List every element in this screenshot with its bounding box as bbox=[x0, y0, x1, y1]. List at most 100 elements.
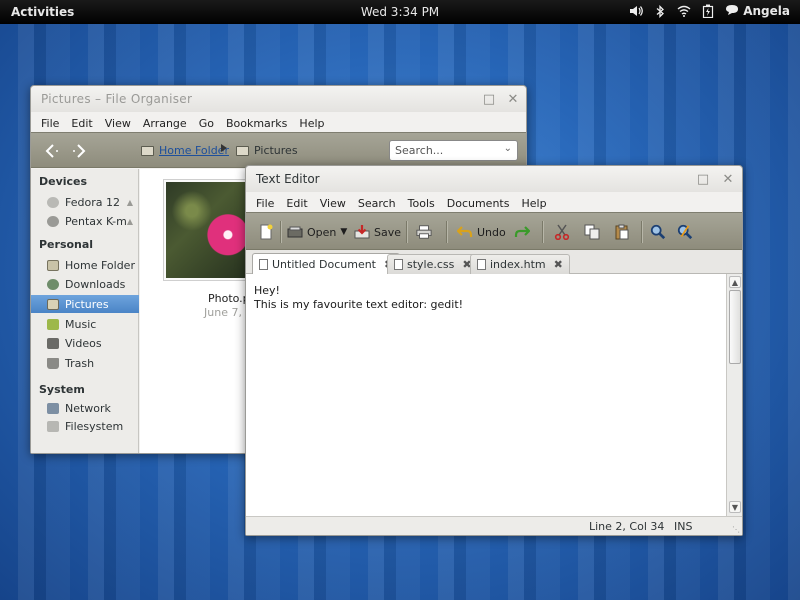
menu-bookmarks[interactable]: Bookmarks bbox=[220, 117, 293, 130]
save-label: Save bbox=[374, 225, 402, 239]
print-button[interactable] bbox=[416, 222, 432, 242]
scrollbar-thumb[interactable] bbox=[729, 290, 741, 364]
file-organiser-titlebar[interactable]: Pictures – File Organiser □ ✕ bbox=[31, 86, 526, 112]
search-icon bbox=[650, 224, 666, 240]
menu-view[interactable]: View bbox=[99, 117, 137, 130]
cut-button[interactable] bbox=[554, 222, 570, 242]
tab-index-htm[interactable]: index.htm ✖ bbox=[470, 254, 570, 274]
menu-help[interactable]: Help bbox=[515, 197, 552, 210]
tab-style-css[interactable]: style.css ✖ bbox=[387, 254, 479, 274]
text-line: Hey! bbox=[254, 284, 280, 297]
menu-arrange[interactable]: Arrange bbox=[137, 117, 193, 130]
toolbar-separator bbox=[406, 221, 407, 243]
menu-edit[interactable]: Edit bbox=[65, 117, 98, 130]
maximize-button[interactable]: □ bbox=[481, 91, 497, 107]
eject-icon[interactable]: ▲ bbox=[127, 217, 133, 226]
tab-untitled-document[interactable]: Untitled Document ✖ bbox=[252, 253, 401, 275]
sidebar-item-label: Downloads bbox=[65, 277, 126, 291]
maximize-button[interactable]: □ bbox=[695, 171, 711, 187]
vertical-scrollbar[interactable]: ▲ ▼ bbox=[726, 274, 742, 516]
menu-edit[interactable]: Edit bbox=[280, 197, 313, 210]
chevron-down-icon[interactable]: ⌄ bbox=[504, 143, 512, 154]
user-menu[interactable]: Angela bbox=[725, 4, 790, 19]
music-icon bbox=[47, 318, 59, 330]
breadcrumb-home[interactable]: Home Folder bbox=[141, 144, 229, 157]
sidebar-item-videos[interactable]: Videos bbox=[31, 334, 139, 352]
insert-mode: INS bbox=[674, 520, 693, 533]
text-editing-area[interactable]: Hey! This is my favourite text editor: g… bbox=[246, 274, 726, 516]
sidebar-item-pentax[interactable]: Pentax K-m ▲ bbox=[31, 212, 139, 230]
file-thumbnail[interactable] bbox=[163, 179, 255, 281]
redo-button[interactable] bbox=[514, 222, 530, 242]
text-editor-menubar: File Edit View Search Tools Documents He… bbox=[246, 192, 742, 214]
document-icon bbox=[394, 259, 403, 270]
menu-tools[interactable]: Tools bbox=[402, 197, 441, 210]
top-panel: Activities Wed 3:34 PM Angela bbox=[0, 0, 800, 24]
toolbar-separator bbox=[641, 221, 642, 243]
battery-icon[interactable] bbox=[701, 3, 715, 19]
camera-icon bbox=[47, 215, 59, 227]
sidebar-item-trash[interactable]: Trash bbox=[31, 354, 139, 372]
close-tab-icon[interactable]: ✖ bbox=[554, 258, 563, 271]
find-replace-button[interactable] bbox=[677, 222, 693, 242]
location-bar: Home Folder Pictures Search... ⌄ bbox=[31, 132, 526, 168]
wifi-icon[interactable] bbox=[677, 3, 691, 19]
file-name[interactable]: Photo.p bbox=[208, 292, 250, 305]
menu-file[interactable]: File bbox=[35, 117, 65, 130]
back-arrow-icon[interactable] bbox=[43, 142, 63, 160]
menu-search[interactable]: Search bbox=[352, 197, 402, 210]
breadcrumb-pictures[interactable]: Pictures bbox=[236, 144, 298, 157]
volume-icon[interactable] bbox=[629, 3, 644, 19]
trash-icon bbox=[47, 357, 59, 369]
menu-help[interactable]: Help bbox=[293, 117, 330, 130]
sidebar-item-fedora[interactable]: Fedora 12 ▲ bbox=[31, 193, 139, 211]
menu-go[interactable]: Go bbox=[193, 117, 220, 130]
new-document-icon bbox=[258, 224, 274, 240]
breadcrumb-pictures-label: Pictures bbox=[254, 144, 298, 157]
window-title: Text Editor bbox=[256, 172, 320, 186]
eject-icon[interactable]: ▲ bbox=[127, 198, 133, 207]
menu-documents[interactable]: Documents bbox=[441, 197, 516, 210]
open-button[interactable]: Open ▼ bbox=[287, 222, 347, 242]
sidebar-item-filesystem[interactable]: Filesystem bbox=[31, 417, 139, 435]
sidebar-item-label: Home Folder bbox=[65, 258, 135, 272]
pictures-folder-icon bbox=[236, 145, 249, 156]
menu-view[interactable]: View bbox=[314, 197, 352, 210]
forward-arrow-icon[interactable] bbox=[68, 142, 88, 160]
scroll-down-icon[interactable]: ▼ bbox=[729, 501, 741, 513]
paste-button[interactable] bbox=[614, 222, 630, 242]
save-button[interactable]: Save bbox=[354, 222, 401, 242]
scroll-up-icon[interactable]: ▲ bbox=[729, 276, 741, 288]
status-bar: Line 2, Col 34 INS ⋱ bbox=[246, 516, 742, 535]
chevron-down-icon[interactable]: ▼ bbox=[340, 227, 347, 237]
close-button[interactable]: ✕ bbox=[720, 171, 736, 187]
copy-button[interactable] bbox=[584, 222, 600, 242]
devices-header: Devices bbox=[39, 175, 88, 188]
undo-button[interactable]: Undo bbox=[457, 222, 506, 242]
editor-toolbar: Open ▼ Save Undo bbox=[246, 212, 742, 250]
sidebar-item-music[interactable]: Music bbox=[31, 315, 139, 333]
document-tabs: Untitled Document ✖ style.css ✖ index.ht… bbox=[246, 250, 742, 275]
activities-button[interactable]: Activities bbox=[11, 5, 74, 19]
menu-file[interactable]: File bbox=[250, 197, 280, 210]
sidebar-item-label: Filesystem bbox=[65, 419, 124, 433]
clock[interactable]: Wed 3:34 PM bbox=[361, 5, 439, 19]
user-name: Angela bbox=[743, 4, 790, 18]
text-editor-titlebar[interactable]: Text Editor □ ✕ bbox=[246, 166, 742, 192]
sidebar-item-pictures[interactable]: Pictures bbox=[31, 295, 139, 313]
sidebar-item-home[interactable]: Home Folder bbox=[31, 256, 139, 274]
document-icon bbox=[477, 259, 486, 270]
find-button[interactable] bbox=[650, 222, 666, 242]
close-button[interactable]: ✕ bbox=[505, 91, 521, 107]
new-document-button[interactable] bbox=[258, 222, 274, 242]
cut-icon bbox=[554, 224, 570, 240]
search-placeholder: Search... bbox=[395, 144, 444, 157]
sidebar-item-label: Trash bbox=[65, 356, 95, 370]
copy-icon bbox=[584, 224, 600, 240]
resize-grip-icon[interactable]: ⋱ bbox=[732, 526, 740, 534]
sidebar-item-network[interactable]: Network bbox=[31, 399, 139, 417]
bluetooth-icon[interactable] bbox=[653, 3, 667, 19]
sidebar-item-downloads[interactable]: Downloads bbox=[31, 275, 139, 293]
search-input[interactable]: Search... ⌄ bbox=[389, 140, 518, 161]
photo-thumbnail-image bbox=[166, 182, 252, 278]
